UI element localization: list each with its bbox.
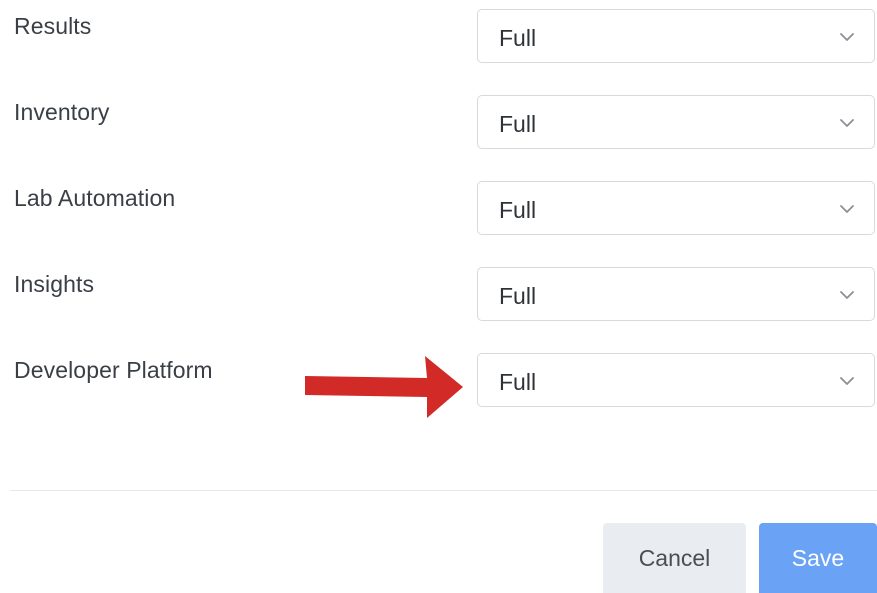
permission-row-inventory: Inventory Full <box>0 95 877 151</box>
permission-row-insights: Insights Full <box>0 267 877 323</box>
permission-select-value: Full <box>499 197 537 223</box>
permission-select-value: Full <box>499 25 537 51</box>
cancel-button[interactable]: Cancel <box>603 523 746 593</box>
permission-select-insights[interactable]: Full <box>477 267 875 321</box>
permission-label: Inventory <box>14 99 110 125</box>
permission-select-developer-platform[interactable]: Full <box>477 353 875 407</box>
permission-label: Lab Automation <box>14 185 176 211</box>
permission-label: Results <box>14 13 92 39</box>
chevron-down-icon <box>840 377 854 385</box>
permission-select-results[interactable]: Full <box>477 9 875 63</box>
permission-select-value: Full <box>499 369 537 395</box>
chevron-down-icon <box>840 33 854 41</box>
permission-row-lab-automation: Lab Automation Full <box>0 181 877 237</box>
chevron-down-icon <box>840 205 854 213</box>
red-arrow-icon <box>305 356 463 418</box>
permission-row-results: Results Full <box>0 9 877 65</box>
chevron-down-icon <box>840 119 854 127</box>
permission-select-lab-automation[interactable]: Full <box>477 181 875 235</box>
footer-divider <box>10 490 877 491</box>
chevron-down-icon <box>840 291 854 299</box>
save-button[interactable]: Save <box>759 523 877 593</box>
permission-select-inventory[interactable]: Full <box>477 95 875 149</box>
permission-label: Developer Platform <box>14 357 213 383</box>
permission-select-value: Full <box>499 111 537 137</box>
permission-select-value: Full <box>499 283 537 309</box>
permission-label: Insights <box>14 271 95 297</box>
